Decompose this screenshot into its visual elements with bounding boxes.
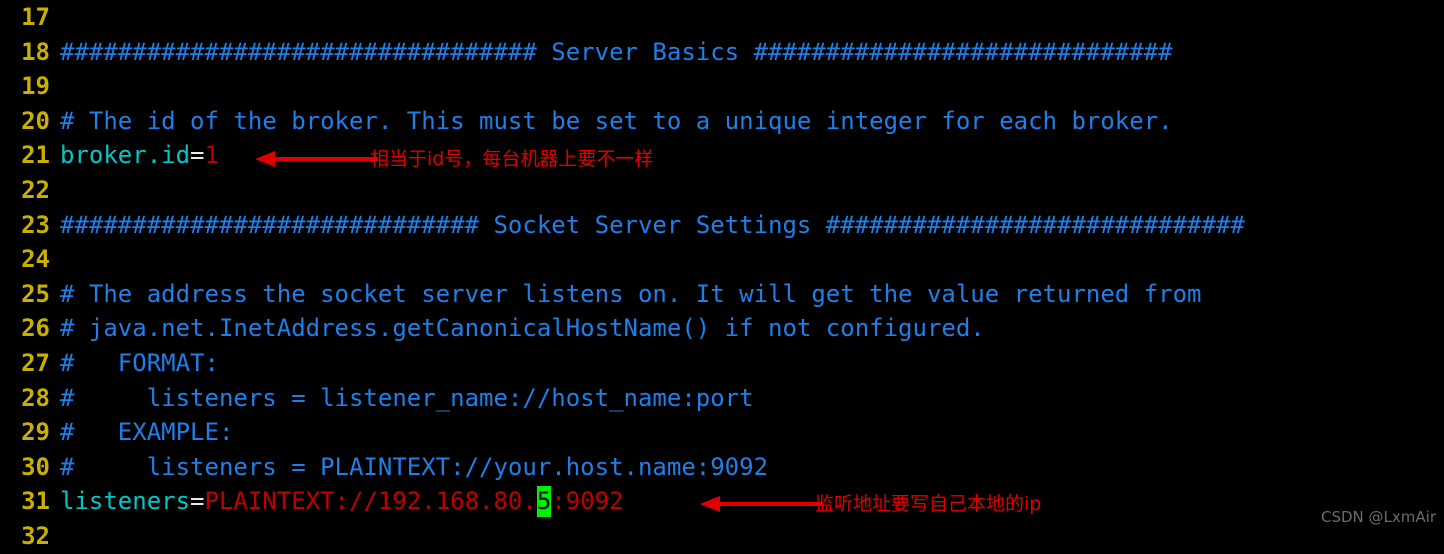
terminal-window: 17 18 ################################# Se… [0,0,1444,550]
line-content: listeners=PLAINTEXT://192.168.80.5:9092 [60,484,624,519]
line-number: 23 [21,210,50,239]
line-content: # java.net.InetAddress.getCanonicalHostN… [60,311,985,346]
code-line[interactable]: 19 [0,69,1444,104]
line-content: ############################# Socket Ser… [60,208,1245,243]
line-number: 22 [21,175,50,204]
code-token: ################################# Server… [60,37,1173,66]
text-cursor: 5 [536,486,552,518]
watermark-label: CSDN @LxmAir [1321,508,1436,526]
code-line[interactable]: 30 # listeners = PLAINTEXT://your.host.na… [0,450,1444,485]
code-line[interactable]: 29 # EXAMPLE: [0,415,1444,450]
code-line[interactable]: 24 [0,242,1444,277]
code-token: ############################# Socket Ser… [60,210,1245,239]
code-line[interactable]: 17 [0,0,1444,35]
annotation-text: 监听地址要写自己本地的ip [815,493,1042,515]
line-content: # EXAMPLE: [60,415,233,450]
code-token: = [190,141,205,170]
arrow-head [255,151,275,167]
line-content: ################################# Server… [60,35,1173,70]
line-content: # The address the socket server listens … [60,277,1202,312]
line-content: # listeners = listener_name://host_name:… [60,381,754,416]
line-number: 30 [21,452,50,481]
line-content: # FORMAT: [60,346,219,381]
code-token: 1 [204,141,219,170]
line-number: 26 [21,314,50,343]
line-number: 19 [21,72,50,101]
annotation-text: 相当于id号，每台机器上要不一样 [370,148,654,170]
code-token: # listeners = listener_name://host_name:… [60,383,754,412]
code-line[interactable]: 32 [0,519,1444,554]
code-line[interactable]: 20 # The id of the broker. This must be s… [0,104,1444,139]
line-content: broker.id=1 [60,138,219,173]
code-line[interactable]: 21 broker.id=1 [0,138,1444,173]
code-line[interactable]: 25 # The address the socket server listen… [0,277,1444,312]
line-number: 20 [21,106,50,135]
line-number: 28 [21,383,50,412]
line-number: 27 [21,348,50,377]
code-line[interactable]: 23 ############################# Socket S… [0,208,1444,243]
config-file-editor[interactable]: 17 18 ################################# Se… [0,0,1444,554]
line-number: 31 [21,487,50,516]
code-line[interactable]: 28 # listeners = listener_name://host_nam… [0,381,1444,416]
line-number: 29 [21,418,50,447]
line-number: 18 [21,37,50,66]
code-token: # EXAMPLE: [60,418,234,447]
line-number: 25 [21,279,50,308]
code-line[interactable]: 27 # FORMAT: [0,346,1444,381]
code-token: # listeners = PLAINTEXT://your.host.name… [60,452,769,481]
arrow-shaft [718,502,823,506]
code-line[interactable]: 26 # java.net.InetAddress.getCanonicalHos… [0,311,1444,346]
code-token: listeners [60,487,191,516]
line-content: # The id of the broker. This must be set… [60,104,1173,139]
line-number: 24 [21,245,50,274]
left-arrow-icon [700,494,825,514]
line-content: # listeners = PLAINTEXT://your.host.name… [60,450,768,485]
code-token: = [190,487,205,516]
arrow-shaft [273,157,378,161]
code-line[interactable]: 22 [0,173,1444,208]
code-token: PLAINTEXT://192.168.80. [204,487,537,516]
code-token: :9092 [551,487,624,516]
code-token: # java.net.InetAddress.getCanonicalHostN… [60,314,985,343]
line-number: 17 [21,3,50,31]
code-token: # The id of the broker. This must be set… [60,106,1173,135]
code-token: broker.id [60,141,191,170]
arrow-head [700,496,720,512]
line-number: 21 [21,141,50,170]
line-number: 32 [21,521,50,550]
code-line[interactable]: 18 ################################# Serv… [0,35,1444,70]
code-token: # FORMAT: [60,348,219,377]
code-token: # The address the socket server listens … [60,279,1202,308]
left-arrow-icon [255,149,380,169]
